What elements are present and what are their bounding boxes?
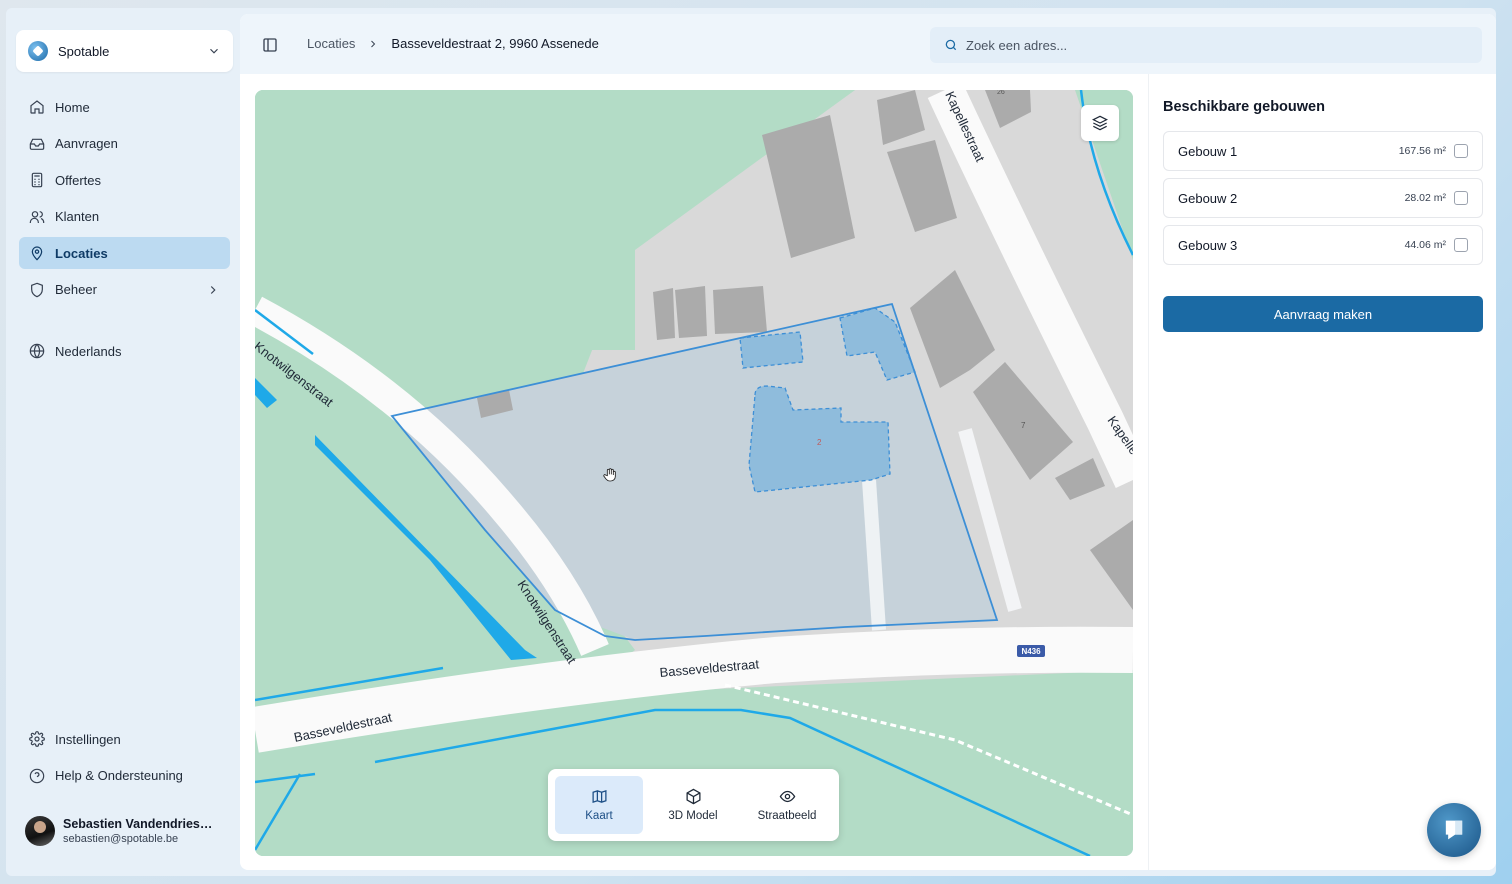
- building-name: Gebouw 1: [1178, 143, 1238, 159]
- chat-bubble-icon: [1445, 820, 1463, 840]
- user-profile[interactable]: Sebastien Vandendriessche sebastien@spot…: [25, 816, 218, 846]
- user-name: Sebastien Vandendriessche: [63, 817, 218, 831]
- nav-item-home[interactable]: Home: [19, 91, 230, 123]
- buildings-panel: Beschikbare gebouwen Gebouw 1 167.56 m² …: [1148, 74, 1496, 870]
- workspace-name: Spotable: [58, 43, 110, 59]
- gear-icon: [29, 731, 45, 747]
- top-bar: Locaties Basseveldestraat 2, 9960 Assene…: [240, 14, 1496, 74]
- nav-label: Help & Ondersteuning: [55, 768, 183, 783]
- buildings-list: Gebouw 1 167.56 m² Gebouw 2 28.02 m² Geb…: [1163, 131, 1483, 272]
- users-icon: [29, 210, 45, 223]
- layers-button[interactable]: [1081, 105, 1119, 141]
- address-search[interactable]: [930, 27, 1482, 63]
- building-item-1[interactable]: Gebouw 1 167.56 m²: [1163, 131, 1483, 171]
- create-request-button[interactable]: Aanvraag maken: [1163, 296, 1483, 332]
- building-item-2[interactable]: Gebouw 2 28.02 m²: [1163, 178, 1483, 218]
- sidebar: Spotable Home Aanvragen Offertes Klanten: [6, 8, 240, 876]
- nav-label: Klanten: [55, 209, 100, 224]
- map-icon: [591, 789, 607, 804]
- nav-label: Beheer: [55, 282, 97, 297]
- building-area: 28.02 m²: [1404, 192, 1446, 204]
- building-name: Gebouw 2: [1178, 190, 1238, 206]
- chevron-right-icon: [210, 285, 216, 294]
- breadcrumb: Locaties Basseveldestraat 2, 9960 Assene…: [307, 36, 599, 51]
- breadcrumb-current: Basseveldestraat 2, 9960 Assenede: [391, 36, 599, 51]
- building-area: 167.56 m²: [1398, 145, 1446, 157]
- map-pin-icon: [31, 246, 43, 261]
- view-mode-label: 3D Model: [668, 810, 718, 822]
- search-icon: [945, 39, 957, 51]
- nav-item-instellingen[interactable]: Instellingen: [19, 723, 230, 755]
- chevron-right-icon: [371, 40, 376, 47]
- house-number-right: 7: [1021, 421, 1026, 430]
- avatar: [25, 816, 55, 846]
- view-mode-kaart[interactable]: Kaart: [555, 776, 643, 834]
- eye-icon: [779, 790, 795, 803]
- home-icon: [30, 100, 44, 114]
- app-window: Spotable Home Aanvragen Offertes Klanten: [6, 8, 1496, 876]
- building-name: Gebouw 3: [1178, 237, 1238, 253]
- building-area: 44.06 m²: [1404, 239, 1446, 251]
- driveway: [862, 479, 886, 631]
- house-number-main: 2: [817, 438, 822, 447]
- layers-icon: [1092, 115, 1108, 131]
- nav-item-offertes[interactable]: Offertes: [19, 164, 230, 196]
- help-circle-icon: [29, 768, 45, 783]
- chevron-down-icon: [210, 48, 218, 54]
- view-mode-switch: Kaart 3D Model Straatbeeld: [548, 769, 839, 841]
- nav-label: Instellingen: [55, 731, 121, 747]
- map-canvas[interactable]: Knotwilgenstraat Knotwilgenstraat Kapell…: [255, 90, 1133, 856]
- building-item-3[interactable]: Gebouw 3 44.06 m²: [1163, 225, 1483, 265]
- panel-title: Beschikbare gebouwen: [1163, 99, 1325, 115]
- globe-icon: [29, 343, 45, 359]
- building-checkbox[interactable]: [1454, 144, 1468, 158]
- sidebar-toggle-icon[interactable]: [262, 37, 278, 53]
- nav-item-klanten[interactable]: Klanten: [19, 201, 230, 233]
- language-label: Nederlands: [55, 343, 122, 359]
- breadcrumb-locaties[interactable]: Locaties: [307, 36, 355, 51]
- workspace-switcher[interactable]: Spotable: [16, 30, 233, 72]
- map-view[interactable]: Knotwilgenstraat Knotwilgenstraat Kapell…: [255, 90, 1133, 856]
- chat-support-button[interactable]: [1427, 803, 1481, 857]
- building-checkbox[interactable]: [1454, 238, 1468, 252]
- nav-item-locaties[interactable]: Locaties: [19, 237, 230, 269]
- language-selector[interactable]: Nederlands: [19, 335, 230, 367]
- view-mode-straatbeeld[interactable]: Straatbeeld: [743, 776, 831, 834]
- main-content: Locaties Basseveldestraat 2, 9960 Assene…: [240, 14, 1496, 870]
- user-email: sebastien@spotable.be: [63, 833, 179, 845]
- shield-icon: [31, 282, 43, 297]
- calculator-icon: [31, 172, 43, 188]
- hand-cursor-icon: [603, 468, 616, 482]
- inbox-icon: [29, 138, 45, 150]
- nav-label: Aanvragen: [55, 136, 118, 151]
- nav-item-aanvragen[interactable]: Aanvragen: [19, 128, 230, 160]
- nav-item-beheer[interactable]: Beheer: [19, 274, 230, 306]
- nav-item-help[interactable]: Help & Ondersteuning: [19, 760, 230, 792]
- route-label: N436: [1021, 647, 1041, 656]
- nav-label: Locaties: [55, 245, 108, 261]
- language-section: Nederlands: [19, 335, 230, 372]
- building-checkbox[interactable]: [1454, 191, 1468, 205]
- nav-label: Offertes: [55, 172, 102, 188]
- view-mode-label: Kaart: [585, 810, 613, 822]
- house-number-top: 26: [997, 90, 1005, 96]
- view-mode-3d[interactable]: 3D Model: [649, 776, 737, 834]
- gebouw-2: [739, 331, 804, 369]
- spotable-logo-icon: [28, 41, 48, 61]
- view-mode-label: Straatbeeld: [757, 810, 817, 822]
- main-nav: Home Aanvragen Offertes Klanten Locaties…: [19, 91, 230, 310]
- cube-icon: [685, 788, 701, 805]
- nav-label: Home: [55, 99, 90, 115]
- search-input[interactable]: [966, 37, 1466, 53]
- bottom-nav: Instellingen Help & Ondersteuning: [19, 723, 230, 796]
